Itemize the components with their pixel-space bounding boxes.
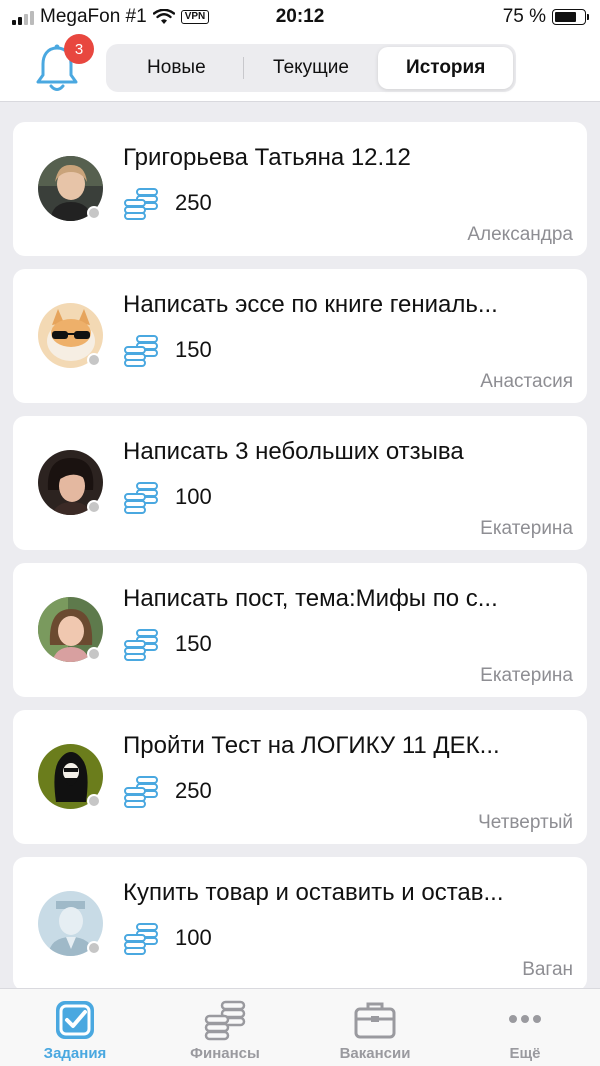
tab-label: Финансы: [190, 1045, 260, 1062]
coins-icon: [124, 335, 158, 367]
online-status-dot: [87, 500, 101, 514]
battery-icon: [552, 9, 589, 25]
task-reward: 150: [175, 631, 212, 656]
task-author: Екатерина: [480, 518, 573, 539]
task-card[interactable]: Григорьева Татьяна 12.12 250 Александра: [13, 122, 587, 256]
task-reward: 250: [175, 778, 212, 803]
task-reward: 250: [175, 190, 212, 215]
battery-fill: [555, 12, 576, 22]
status-bar: MegaFon #1 VPN 20:12 75 %: [0, 0, 600, 34]
header: 3 Новые Текущие История: [0, 34, 600, 102]
coins-icon: [124, 923, 158, 955]
task-title: Купить товар и оставить и остав...: [123, 879, 504, 906]
wifi-icon: [152, 9, 175, 24]
tab-current[interactable]: Текущие: [244, 47, 379, 89]
task-author: Александра: [467, 224, 573, 245]
coins-icon: [124, 482, 158, 514]
tab-label: Вакансии: [339, 1045, 411, 1062]
task-card[interactable]: Написать эссе по книге гениаль... 150 Ан…: [13, 269, 587, 403]
task-reward: 150: [175, 337, 212, 362]
coins-icon: [124, 188, 158, 220]
briefcase-icon: [354, 1002, 396, 1039]
online-status-dot: [87, 794, 101, 808]
task-author: Екатерина: [480, 665, 573, 686]
task-card[interactable]: Пройти Тест на ЛОГИКУ 11 ДЕК... 250 Четв…: [13, 710, 587, 844]
tab-bar: Задания Финансы Вакансии Ещё: [0, 988, 600, 1066]
task-card[interactable]: Написать пост, тема:Мифы по с... 150 Ека…: [13, 563, 587, 697]
task-reward: 100: [175, 925, 212, 950]
signal-icon: [12, 9, 34, 25]
tab-vacancies[interactable]: Вакансии: [300, 989, 450, 1066]
tab-label: Ещё: [509, 1045, 541, 1062]
tab-finances[interactable]: Финансы: [150, 989, 300, 1066]
task-title: Написать эссе по книге гениаль...: [123, 291, 498, 318]
task-author: Анастасия: [480, 371, 573, 392]
tab-history[interactable]: История: [378, 47, 514, 89]
vpn-badge: VPN: [180, 10, 210, 24]
task-title: Пройти Тест на ЛОГИКУ 11 ДЕК...: [123, 732, 500, 759]
battery-percent: 75 %: [502, 6, 546, 27]
tab-label: Задания: [43, 1045, 107, 1062]
online-status-dot: [87, 647, 101, 661]
task-author: Четвертый: [478, 812, 573, 833]
task-card[interactable]: Написать 3 небольших отзыва 100 Екатерин…: [13, 416, 587, 550]
online-status-dot: [87, 206, 101, 220]
tab-new[interactable]: Новые: [109, 47, 244, 89]
coins-icon: [204, 1000, 246, 1041]
coins-icon: [124, 776, 158, 808]
status-left: MegaFon #1 VPN: [12, 6, 210, 28]
task-title: Написать 3 небольших отзыва: [123, 438, 464, 465]
tab-more[interactable]: Ещё: [450, 989, 600, 1066]
task-title: Григорьева Татьяна 12.12: [123, 144, 411, 171]
tab-tasks[interactable]: Задания: [0, 989, 150, 1066]
online-status-dot: [87, 941, 101, 955]
online-status-dot: [87, 353, 101, 367]
task-list: Григорьева Татьяна 12.12 250 Александра: [13, 122, 587, 1004]
task-author: Ваган: [522, 959, 573, 980]
task-card[interactable]: Купить товар и оставить и остав... 100 В…: [13, 857, 587, 991]
coins-icon: [124, 629, 158, 661]
notification-badge: 3: [64, 34, 94, 64]
task-title: Написать пост, тема:Мифы по с...: [123, 585, 498, 612]
history-segmented-control: Новые Текущие История: [106, 44, 516, 92]
more-dots-icon: [509, 1015, 541, 1023]
status-right: 75 %: [502, 6, 589, 28]
checkbox-icon: [56, 1001, 94, 1039]
carrier-name: MegaFon #1: [40, 6, 147, 27]
task-reward: 100: [175, 484, 212, 509]
